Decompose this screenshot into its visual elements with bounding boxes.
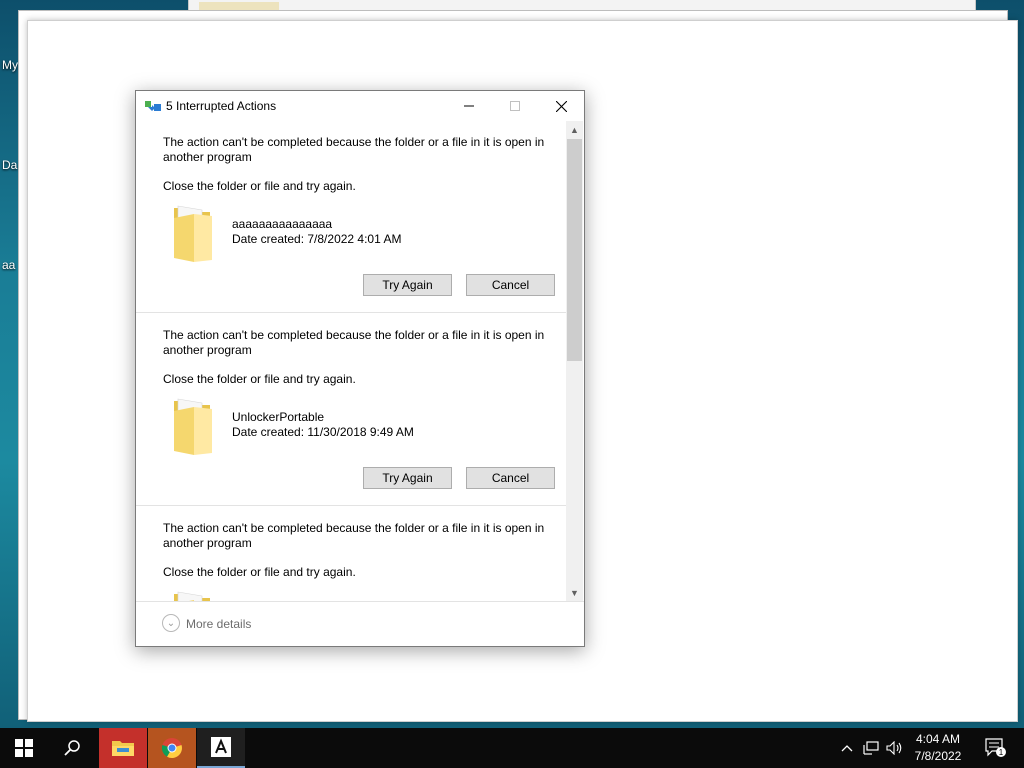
taskbar-chrome[interactable] <box>148 728 196 768</box>
close-icon <box>555 100 567 112</box>
instruction-text: Close the folder or file and try again. <box>163 179 356 193</box>
dialog-titlebar[interactable]: 5 Interrupted Actions <box>136 91 584 121</box>
chrome-icon <box>161 738 182 759</box>
taskbar-file-explorer[interactable] <box>99 728 147 768</box>
adobe-icon <box>211 737 231 757</box>
interrupted-action-item: The action can't be completed because th… <box>136 507 566 601</box>
file-name: UnlockerPortable <box>232 410 325 424</box>
start-button[interactable] <box>0 728 48 768</box>
folder-icon <box>174 398 212 455</box>
item-divider <box>136 505 566 506</box>
close-button[interactable] <box>538 91 584 121</box>
instruction-text: Close the folder or file and try again. <box>163 565 356 579</box>
scroll-up-arrow-icon[interactable]: ▲ <box>566 121 583 138</box>
dialog-content: The action can't be completed because th… <box>136 121 566 601</box>
instruction-text: Close the folder or file and try again. <box>163 372 356 386</box>
scrollbar-thumb[interactable] <box>567 139 582 361</box>
windows-logo-icon <box>15 739 33 757</box>
file-date: Date created: 11/30/2018 9:49 AM <box>232 425 414 439</box>
expand-chevron-icon[interactable]: ⌄ <box>162 614 180 632</box>
file-name: aaaaaaaaaaaaaaa <box>232 217 333 231</box>
dialog-footer: ⌄ More details <box>136 601 584 647</box>
file-explorer-icon <box>112 741 134 756</box>
error-message: The action can't be completed because th… <box>163 521 545 550</box>
minimize-icon <box>464 105 474 107</box>
scroll-down-arrow-icon[interactable]: ▼ <box>566 584 583 601</box>
file-date: Date created: 7/8/2022 4:01 AM <box>232 232 402 246</box>
error-message: The action can't be completed because th… <box>163 328 545 357</box>
taskbar: 4:04 AM 7/8/2022 1 <box>0 728 1024 768</box>
clock-date: 7/8/2022 <box>914 749 962 763</box>
taskbar-adobe-app[interactable] <box>197 728 245 768</box>
clock-time: 4:04 AM <box>915 732 961 746</box>
background-window-toolbar <box>199 2 279 10</box>
error-message: The action can't be completed because th… <box>163 135 545 164</box>
notification-count: 1 <box>999 748 1004 757</box>
maximize-icon <box>510 101 520 111</box>
desktop-icon-label[interactable]: aa <box>2 258 15 272</box>
network-icon[interactable] <box>860 728 882 768</box>
folder-icon <box>174 591 210 601</box>
minimize-button[interactable] <box>446 91 492 121</box>
interrupted-action-item: The action can't be completed because th… <box>136 314 566 506</box>
interrupted-actions-dialog: 5 Interrupted Actions The action can't b… <box>135 90 585 647</box>
cancel-button[interactable]: Cancel <box>466 274 555 296</box>
item-divider <box>136 312 566 313</box>
search-icon <box>64 740 80 756</box>
action-center-button[interactable]: 1 <box>980 728 1012 768</box>
notification-icon: 1 <box>985 738 1006 757</box>
interrupted-action-item: The action can't be completed because th… <box>136 121 566 313</box>
maximize-button[interactable] <box>492 91 538 121</box>
cancel-button[interactable]: Cancel <box>466 467 555 489</box>
try-again-button[interactable]: Try Again <box>363 274 452 296</box>
desktop-icon-label[interactable]: Da <box>2 158 17 172</box>
vertical-scrollbar[interactable]: ▲ ▼ <box>566 121 583 601</box>
dialog-title: 5 Interrupted Actions <box>166 99 277 113</box>
search-button[interactable] <box>48 728 96 768</box>
file-transfer-icon <box>145 101 161 111</box>
system-clock[interactable]: 4:04 AM 7/8/2022 <box>900 731 976 765</box>
folder-icon <box>174 205 212 262</box>
desktop-icon-label[interactable]: My <box>2 58 18 72</box>
show-hidden-icons-chevron-icon[interactable] <box>838 728 856 768</box>
try-again-button[interactable]: Try Again <box>363 467 452 489</box>
more-details-toggle[interactable]: More details <box>186 617 251 631</box>
